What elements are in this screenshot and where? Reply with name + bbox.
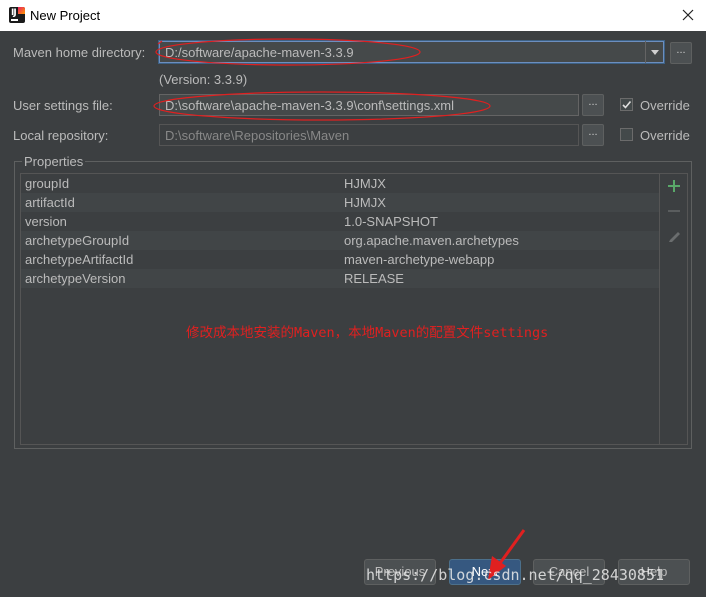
table-row[interactable]: version 1.0-SNAPSHOT — [21, 212, 659, 231]
maven-home-label: Maven home directory: — [13, 45, 146, 60]
title-bar: IJ New Project — [0, 0, 706, 31]
minus-icon[interactable] — [664, 201, 684, 221]
table-row[interactable]: artifactId HJMJX — [21, 193, 659, 212]
table-row[interactable]: groupId HJMJX — [21, 174, 659, 193]
plus-icon[interactable] — [664, 176, 684, 196]
property-value: org.apache.maven.archetypes — [344, 233, 519, 248]
user-settings-label: User settings file: — [13, 98, 113, 113]
property-key: groupId — [25, 176, 70, 191]
local-repository-field[interactable]: D:\software\Repositories\Maven — [159, 124, 579, 146]
property-value: maven-archetype-webapp — [344, 252, 495, 267]
user-settings-override-checkbox[interactable] — [620, 98, 633, 111]
close-icon[interactable] — [678, 5, 698, 25]
local-repository-label: Local repository: — [13, 128, 109, 143]
properties-toolbar — [660, 173, 688, 445]
user-settings-browse-button[interactable]: ... — [582, 94, 604, 116]
property-key: archetypeArtifactId — [25, 252, 134, 267]
pencil-icon[interactable] — [664, 225, 684, 245]
table-row[interactable]: archetypeGroupId org.apache.maven.archet… — [21, 231, 659, 250]
property-value: HJMJX — [344, 195, 386, 210]
maven-home-value: D:/software/apache-maven-3.3.9 — [165, 45, 354, 60]
property-key: archetypeVersion — [25, 271, 126, 286]
local-repository-override-label: Override — [640, 128, 690, 143]
user-settings-override-label: Override — [640, 98, 690, 113]
table-row[interactable]: archetypeArtifactId maven-archetype-weba… — [21, 250, 659, 269]
watermark-text: https://blog.csdn.net/qq_28430851 — [366, 566, 665, 584]
window-title: New Project — [30, 8, 101, 23]
maven-home-browse-button[interactable]: ... — [670, 42, 692, 64]
property-key: archetypeGroupId — [25, 233, 130, 248]
intellij-idea-icon: IJ — [9, 7, 25, 23]
local-repository-browse-button[interactable]: ... — [582, 124, 604, 146]
maven-version-text: (Version: 3.3.9) — [159, 72, 248, 87]
chevron-down-icon[interactable] — [645, 41, 664, 63]
maven-home-combobox[interactable]: D:/software/apache-maven-3.3.9 — [159, 41, 664, 63]
annotation-text: 修改成本地安装的Maven，本地Maven的配置文件settings — [186, 325, 549, 341]
property-key: version — [25, 214, 67, 229]
local-repository-override-checkbox[interactable] — [620, 128, 633, 141]
property-value: 1.0-SNAPSHOT — [344, 214, 438, 229]
user-settings-value: D:\software\apache-maven-3.3.9\conf\sett… — [165, 98, 455, 113]
properties-title: Properties — [22, 154, 86, 169]
property-value: HJMJX — [344, 176, 386, 191]
local-repository-value: D:\software\Repositories\Maven — [165, 128, 350, 143]
user-settings-field[interactable]: D:\software\apache-maven-3.3.9\conf\sett… — [159, 94, 579, 116]
properties-table[interactable]: groupId HJMJX artifactId HJMJX version 1… — [20, 173, 660, 445]
checkmark-icon — [622, 100, 632, 109]
property-key: artifactId — [25, 195, 75, 210]
property-value: RELEASE — [344, 271, 404, 286]
table-row[interactable]: archetypeVersion RELEASE — [21, 269, 659, 288]
